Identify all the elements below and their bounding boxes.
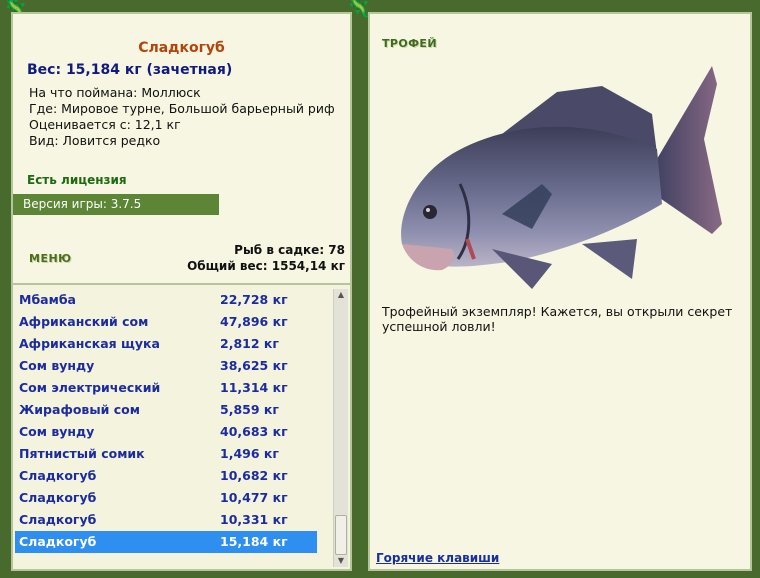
scroll-thumb[interactable]	[335, 515, 347, 555]
catch-list-item[interactable]: Сом вунду 40,683 кг	[15, 421, 317, 443]
catch-list-item[interactable]: Сладкогуб 10,331 кг	[15, 509, 317, 531]
scroll-down-icon[interactable]: ▼	[334, 555, 348, 567]
location-info: Где: Мировое турне, Большой барьерный ри…	[29, 101, 335, 116]
total-weight: Общий вес: 1554,14 кг	[187, 259, 345, 273]
catch-item-weight: 10,682 кг	[220, 468, 288, 483]
catch-item-weight: 5,859 кг	[220, 402, 279, 417]
bait-info: На что поймана: Моллюск	[29, 85, 201, 100]
version-bar: Версия игры: 3.7.5	[13, 194, 219, 215]
catch-list-item[interactable]: Африканская щука 2,812 кг	[15, 333, 317, 355]
catch-item-name: Сладкогуб	[19, 534, 97, 549]
fish-eye	[423, 205, 437, 219]
catch-list-item[interactable]: Сладкогуб 10,682 кг	[15, 465, 317, 487]
catch-item-name: Африканский сом	[19, 314, 149, 329]
catch-item-name: Сом электрический	[19, 380, 161, 395]
catch-list-item[interactable]: Пятнистый сомик 1,496 кг	[15, 443, 317, 465]
catch-item-weight: 40,683 кг	[220, 424, 288, 439]
catch-item-weight: 22,728 кг	[220, 292, 288, 307]
catch-item-name: Мбамба	[19, 292, 76, 307]
catch-item-name: Африканская щука	[19, 336, 160, 351]
catch-item-weight: 15,184 кг	[220, 534, 288, 549]
fish-info-panel: Сладкогуб Вес: 15,184 кг (зачетная) На ч…	[11, 12, 352, 285]
fish-weight: Вес: 15,184 кг (зачетная)	[27, 62, 233, 78]
catch-item-weight: 10,331 кг	[220, 512, 288, 527]
catch-item-name: Сом вунду	[19, 358, 95, 373]
catch-item-name: Сладкогуб	[19, 512, 97, 527]
catch-item-weight: 2,812 кг	[220, 336, 279, 351]
catch-list-item[interactable]: Жирафовый сом 5,859 кг	[15, 399, 317, 421]
license-status: Есть лицензия	[27, 173, 127, 187]
catch-list-item[interactable]: Африканский сом 47,896 кг	[15, 311, 317, 333]
catch-item-name: Пятнистый сомик	[19, 446, 145, 461]
catch-list-item[interactable]: Сом вунду 38,625 кг	[15, 355, 317, 377]
stats-block: Рыб в садке: 78 Общий вес: 1554,14 кг	[187, 242, 345, 274]
catch-list-panel: Мбамба 22,728 кг Африканский сом 47,896 кг А…	[11, 285, 352, 571]
catch-item-name: Сладкогуб	[19, 468, 97, 483]
fish-name-title: Сладкогуб	[138, 40, 225, 56]
catch-item-weight: 10,477 кг	[220, 490, 288, 505]
trophy-panel: ТРОФЕЙ Трофейный экземпляр! Кажется, вы …	[368, 12, 752, 571]
catch-item-name: Жирафовый сом	[19, 402, 140, 417]
hotkeys-link[interactable]: Горячие клавиши	[376, 551, 499, 565]
value-info: Оценивается с: 12,1 кг	[29, 117, 181, 132]
catch-list-item[interactable]: Сладкогуб 10,477 кг	[15, 487, 317, 509]
catch-list-item[interactable]: Сом электрический 11,314 кг	[15, 377, 317, 399]
kind-info: Вид: Ловится редко	[29, 133, 161, 148]
catch-item-weight: 47,896 кг	[220, 314, 288, 329]
catch-item-weight: 38,625 кг	[220, 358, 288, 373]
catch-list-item[interactable]: Сладкогуб 15,184 кг	[15, 531, 317, 553]
fish-anal-fin	[582, 239, 637, 279]
catch-item-name: Сом вунду	[19, 424, 95, 439]
fish-count: Рыб в садке: 78	[234, 243, 345, 257]
catch-list-item[interactable]: Мбамба 22,728 кг	[15, 289, 317, 311]
menu-button[interactable]: МЕНЮ	[29, 252, 72, 265]
scroll-up-icon[interactable]: ▲	[334, 289, 348, 301]
catch-item-name: Сладкогуб	[19, 490, 97, 505]
list-scrollbar[interactable]: ▲ ▼	[333, 289, 348, 567]
fish-tail	[654, 66, 722, 234]
fish-image	[401, 66, 722, 289]
catch-item-weight: 1,496 кг	[220, 446, 279, 461]
trophy-description: Трофейный экземпляр! Кажется, вы открыли…	[382, 304, 733, 334]
catch-item-weight: 11,314 кг	[220, 380, 288, 395]
catch-list: Мбамба 22,728 кг Африканский сом 47,896 кг А…	[15, 289, 317, 553]
